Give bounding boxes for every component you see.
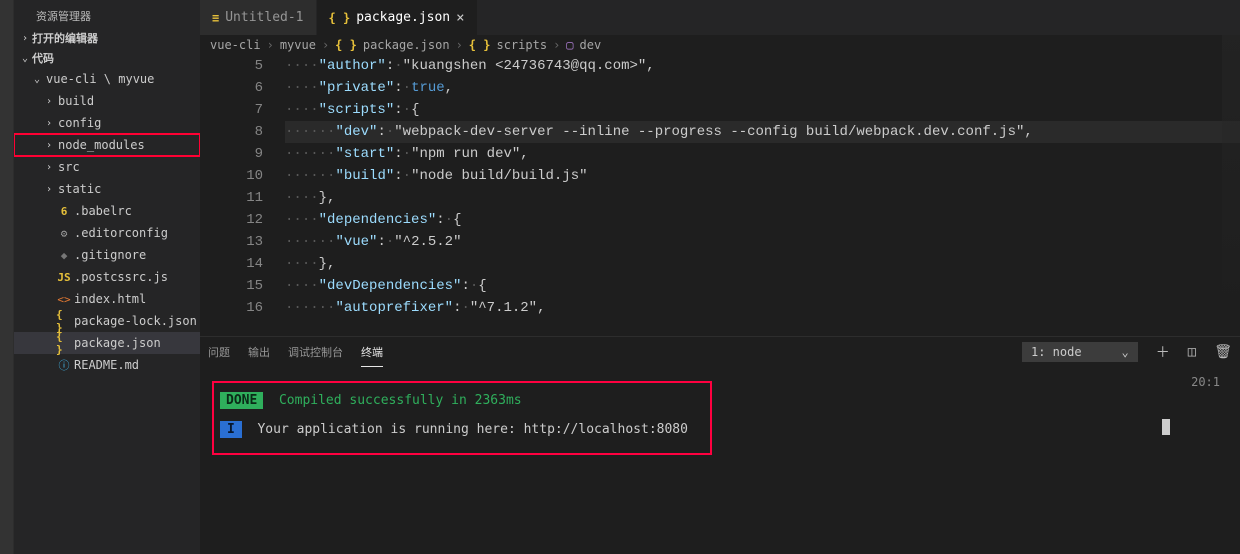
- code-line[interactable]: ····"scripts":·{: [285, 99, 1240, 121]
- info-badge: I: [220, 421, 242, 438]
- panel-tab-问题[interactable]: 问题: [208, 338, 230, 366]
- breadcrumb-segment[interactable]: dev: [580, 38, 602, 52]
- sidebar-title: 资源管理器: [14, 0, 200, 28]
- breadcrumb-segment[interactable]: myvue: [280, 38, 316, 52]
- brace-icon: { }: [469, 38, 491, 52]
- code-line[interactable]: ······"start":·"npm run dev",: [285, 143, 1240, 165]
- folder-node-modules[interactable]: ›node_modules: [14, 134, 200, 156]
- code-line[interactable]: ······"vue":·"^2.5.2": [285, 231, 1240, 253]
- editor-area: ≡Untitled-1{ }package.json× vue-cli›myvu…: [200, 0, 1240, 554]
- code-line[interactable]: ······"build":·"node build/build.js": [285, 165, 1240, 187]
- chevron-right-icon: ›: [42, 184, 56, 195]
- code-line[interactable]: ····},: [285, 187, 1240, 209]
- brace-icon: { }: [335, 38, 357, 52]
- code-line[interactable]: ······"dev":·"webpack-dev-server --inlin…: [285, 121, 1240, 143]
- terminal-cursor: [1162, 419, 1170, 435]
- code-line[interactable]: ····},: [285, 253, 1240, 275]
- trash-icon[interactable]: 🗑: [1214, 344, 1232, 360]
- open-editors-section[interactable]: › 打开的编辑器: [14, 28, 200, 48]
- editor-tabs: ≡Untitled-1{ }package.json×: [200, 0, 1240, 35]
- method-icon: ▢: [566, 38, 573, 52]
- file-tree: ⌄vue-cli \ myvue›build›config›node_modul…: [14, 68, 200, 554]
- file-icon: ≡: [212, 11, 219, 25]
- chevron-right-icon: ›: [42, 162, 56, 173]
- code-line[interactable]: ······"autoprefixer":·"^7.1.2",: [285, 297, 1240, 319]
- panel-tab-输出[interactable]: 输出: [248, 338, 270, 366]
- folder-vue-cli---myvue[interactable]: ⌄vue-cli \ myvue: [14, 68, 200, 90]
- breadcrumb[interactable]: vue-cli›myvue›{ }package.json›{ }scripts…: [200, 35, 1240, 55]
- file--babelrc[interactable]: 6.babelrc: [14, 200, 200, 222]
- folder-config[interactable]: ›config: [14, 112, 200, 134]
- line-numbers: 5678910111213141516: [200, 55, 285, 336]
- new-terminal-icon[interactable]: ＋: [1156, 342, 1170, 362]
- panel-tab-终端[interactable]: 终端: [361, 338, 383, 367]
- activity-bar[interactable]: [0, 0, 14, 554]
- breadcrumb-segment[interactable]: vue-cli: [210, 38, 261, 52]
- panel-tabs: 问题输出调试控制台终端 1: node ⌄ ＋ ◫ 🗑: [200, 337, 1240, 367]
- code-line[interactable]: ····"devDependencies":·{: [285, 275, 1240, 297]
- folder-src[interactable]: ›src: [14, 156, 200, 178]
- terminal-highlight-box: DONE Compiled successfully in 2363ms I Y…: [212, 381, 712, 455]
- workspace-section[interactable]: ⌄ 代码: [14, 48, 200, 68]
- terminal-body[interactable]: 20:1 DONE Compiled successfully in 2363m…: [200, 367, 1240, 554]
- running-message: Your application is running here: http:/…: [250, 422, 688, 437]
- panel-tab-调试控制台[interactable]: 调试控制台: [288, 338, 343, 366]
- file--gitignore[interactable]: ◆.gitignore: [14, 244, 200, 266]
- chevron-right-icon: ›: [42, 96, 56, 107]
- file--editorconfig[interactable]: ⚙.editorconfig: [14, 222, 200, 244]
- minimap[interactable]: [1222, 35, 1240, 325]
- explorer-sidebar: 资源管理器 › 打开的编辑器 ⌄ 代码 ⌄vue-cli \ myvue›bui…: [14, 0, 200, 554]
- compile-message: Compiled successfully in 2363ms: [271, 393, 521, 408]
- chevron-down-icon: ⌄: [18, 53, 32, 64]
- breadcrumb-segment[interactable]: scripts: [496, 38, 547, 52]
- code-line[interactable]: ····"author":·"kuangshen <24736743@qq.co…: [285, 55, 1240, 77]
- chevron-down-icon: ⌄: [30, 74, 44, 85]
- done-badge: DONE: [220, 392, 263, 409]
- chevron-right-icon: ›: [42, 140, 56, 151]
- terminal-selector[interactable]: 1: node ⌄: [1022, 342, 1138, 362]
- split-terminal-icon[interactable]: ◫: [1188, 344, 1196, 360]
- code-body[interactable]: ····"author":·"kuangshen <24736743@qq.co…: [285, 55, 1240, 336]
- chevron-down-icon: ⌄: [1122, 345, 1129, 359]
- file-package-json[interactable]: { }package.json: [14, 332, 200, 354]
- breadcrumb-segment[interactable]: package.json: [363, 38, 450, 52]
- file-index-html[interactable]: <>index.html: [14, 288, 200, 310]
- file-package-lock-json[interactable]: { }package-lock.json: [14, 310, 200, 332]
- file--postcssrc-js[interactable]: JS.postcssrc.js: [14, 266, 200, 288]
- tab-package-json[interactable]: { }package.json×: [317, 0, 478, 35]
- chevron-right-icon: ›: [42, 118, 56, 129]
- folder-build[interactable]: ›build: [14, 90, 200, 112]
- chevron-right-icon: ›: [18, 33, 32, 44]
- cursor-position: 20:1: [1191, 375, 1220, 389]
- file-icon: { }: [329, 11, 351, 25]
- file-readme-md[interactable]: ⓘREADME.md: [14, 354, 200, 376]
- folder-static[interactable]: ›static: [14, 178, 200, 200]
- close-icon[interactable]: ×: [456, 10, 464, 26]
- code-line[interactable]: ····"private":·true,: [285, 77, 1240, 99]
- tab-untitled-1[interactable]: ≡Untitled-1: [200, 0, 317, 35]
- code-line[interactable]: ····"dependencies":·{: [285, 209, 1240, 231]
- bottom-panel: 问题输出调试控制台终端 1: node ⌄ ＋ ◫ 🗑 20:1 DONE Co…: [200, 336, 1240, 554]
- code-editor[interactable]: 5678910111213141516 ····"author":·"kuang…: [200, 55, 1240, 336]
